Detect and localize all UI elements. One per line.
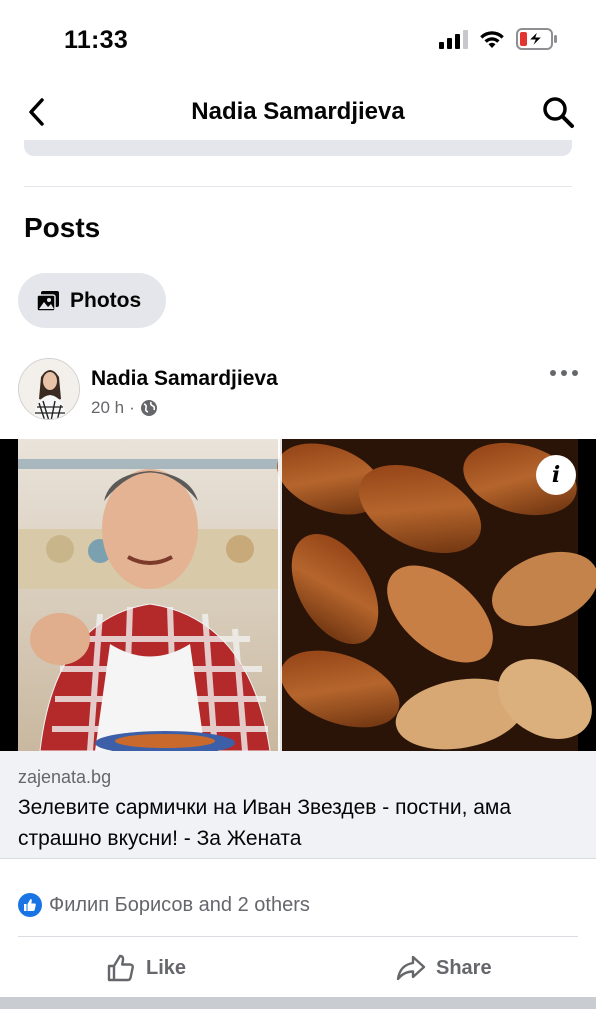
search-button[interactable] bbox=[538, 92, 578, 132]
thumbs-up-icon bbox=[107, 954, 134, 982]
avatar[interactable] bbox=[18, 358, 80, 420]
reactions-summary[interactable]: Филип Борисов and 2 others bbox=[18, 893, 310, 917]
link-title: Зелевите сармички на Иван Звездев - пост… bbox=[18, 796, 512, 850]
wifi-icon bbox=[480, 31, 504, 48]
link-preview[interactable]: zajenata.bg Зелевите сармички на Иван Зв… bbox=[0, 751, 596, 859]
nav-header: Nadia Samardjieva bbox=[0, 80, 596, 144]
post-author-name[interactable]: Nadia Samardjieva bbox=[91, 367, 278, 391]
cellular-signal-icon bbox=[439, 29, 468, 49]
like-label: Like bbox=[146, 956, 187, 979]
status-bar: 11:33 bbox=[0, 0, 596, 78]
profile-photo bbox=[19, 359, 79, 419]
battery-low-charging-icon bbox=[516, 28, 557, 50]
link-domain: zajenata.bg bbox=[18, 767, 112, 787]
like-reaction-icon bbox=[18, 893, 42, 917]
previous-card-edge bbox=[24, 140, 572, 156]
search-icon bbox=[543, 97, 574, 128]
post-link-image[interactable]: i bbox=[0, 439, 596, 755]
photo-icon bbox=[36, 290, 59, 312]
post-meta: 20 h · bbox=[91, 398, 158, 418]
share-icon bbox=[396, 955, 426, 981]
share-label: Share bbox=[436, 956, 492, 979]
more-options-button[interactable] bbox=[550, 366, 578, 380]
photos-filter-chip[interactable]: Photos bbox=[18, 273, 166, 328]
post-time[interactable]: 20 h bbox=[91, 398, 124, 418]
actions-divider bbox=[18, 936, 578, 937]
info-button[interactable]: i bbox=[536, 455, 576, 495]
recipe-image bbox=[18, 439, 596, 755]
share-button[interactable]: Share bbox=[396, 950, 492, 986]
post-header: Nadia Samardjieva 20 h · bbox=[18, 358, 578, 422]
meta-separator: · bbox=[129, 398, 135, 417]
posts-heading: Posts bbox=[24, 212, 101, 243]
page-title: Nadia Samardjieva bbox=[191, 98, 405, 125]
globe-icon bbox=[140, 400, 157, 416]
section-divider bbox=[24, 186, 572, 187]
reactions-text: Филип Борисов and 2 others bbox=[49, 893, 310, 916]
status-time: 11:33 bbox=[64, 26, 129, 54]
post-separator-bar bbox=[0, 997, 596, 1009]
photos-chip-label: Photos bbox=[70, 288, 142, 312]
like-button[interactable]: Like bbox=[106, 950, 186, 986]
status-icons bbox=[439, 28, 558, 50]
